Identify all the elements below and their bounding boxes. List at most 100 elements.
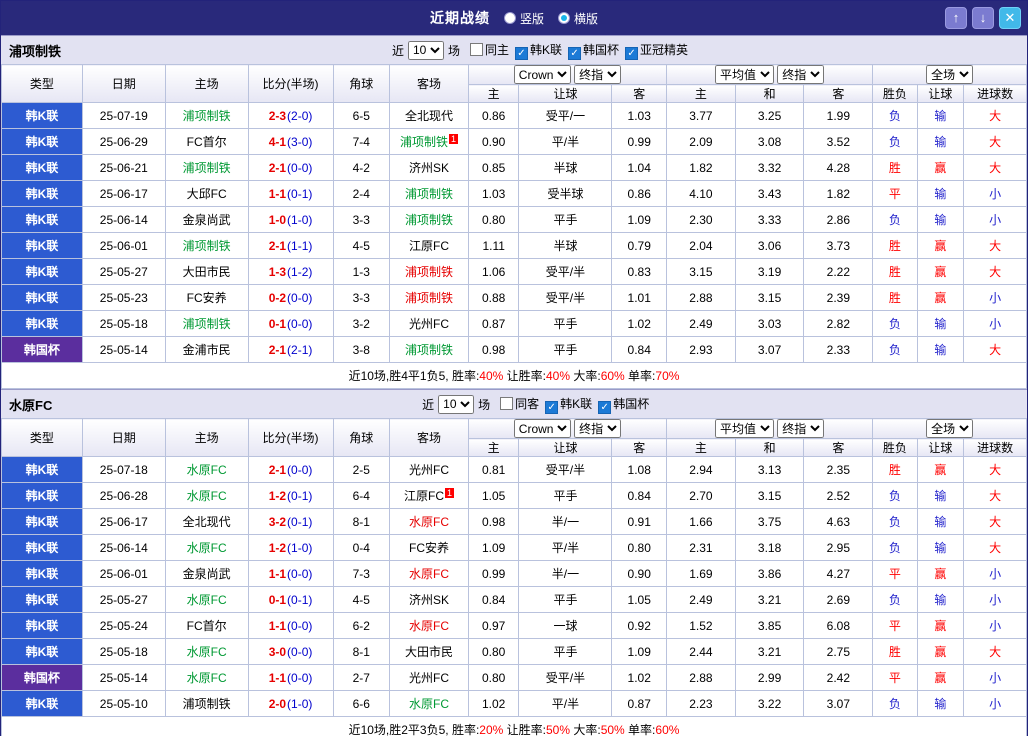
home-team-cell[interactable]: FC首尔: [164, 128, 249, 155]
home-team-cell[interactable]: 大邱FC: [164, 180, 249, 207]
home-team-cell[interactable]: 浦项制铁: [164, 690, 249, 717]
home-team-cell[interactable]: 水原FC: [164, 638, 249, 665]
away-team-cell[interactable]: 浦项制铁 1: [389, 128, 469, 155]
avg-home-cell: 4.10: [666, 180, 736, 207]
handicap-cell: 平手: [518, 336, 613, 363]
away-team-cell[interactable]: 大田市民: [389, 638, 469, 665]
odds-stage-select[interactable]: 终指: [574, 419, 622, 438]
avg-home-cell: 2.93: [666, 336, 736, 363]
filter-checkbox-韩K联[interactable]: ✓ 韩K联: [539, 397, 592, 414]
filter-checkbox-同客[interactable]: 同客: [494, 396, 539, 411]
away-team-cell[interactable]: 济州SK: [389, 586, 469, 613]
date-cell: 25-06-21: [81, 154, 166, 181]
recent-count-select[interactable]: 10: [438, 394, 475, 414]
away-team-cell[interactable]: 济州SK: [389, 154, 469, 181]
home-team-cell[interactable]: 浦项制铁: [164, 102, 249, 129]
col-handicap: 让球: [518, 84, 613, 103]
away-team-cell[interactable]: 浦项制铁: [389, 284, 469, 311]
home-team-cell[interactable]: 水原FC: [164, 534, 249, 561]
home-team-cell[interactable]: 金泉尚武: [164, 206, 249, 233]
away-team-cell[interactable]: 浦项制铁: [389, 180, 469, 207]
home-team-cell[interactable]: FC安养: [164, 284, 249, 311]
away-team-cell[interactable]: 浦项制铁: [389, 206, 469, 233]
scope-select[interactable]: 全场: [926, 65, 974, 84]
halftime-score: (0-0): [287, 644, 313, 659]
home-team-cell[interactable]: 金浦市民: [164, 336, 249, 363]
filter-bar: 近 10 场 同客 ✓ 韩K联 ✓ 韩国杯: [52, 394, 1019, 414]
avg-stage-select[interactable]: 终指: [777, 419, 825, 438]
col-corner: 角球: [332, 64, 391, 103]
away-team-cell[interactable]: 全北现代: [389, 102, 469, 129]
average-select[interactable]: 平均值: [714, 419, 774, 438]
league-cell: 韩K联: [1, 284, 83, 311]
away-team-cell[interactable]: 光州FC: [389, 456, 469, 483]
away-team-cell[interactable]: FC安养: [389, 534, 469, 561]
score-cell[interactable]: 1-2(1-0): [247, 534, 334, 561]
score-cell[interactable]: 2-3(2-0): [247, 102, 334, 129]
score-cell[interactable]: 0-2(0-0): [247, 284, 334, 311]
odds-away-cell: 0.86: [611, 180, 668, 207]
score-cell[interactable]: 0-1(0-0): [247, 310, 334, 337]
goals-result-cell: 大: [963, 154, 1027, 181]
home-team-cell[interactable]: FC首尔: [164, 612, 249, 639]
score-cell[interactable]: 1-1(0-0): [247, 664, 334, 691]
home-team-cell[interactable]: 水原FC: [164, 482, 249, 509]
close-button[interactable]: ✕: [999, 7, 1021, 29]
home-team-cell[interactable]: 浦项制铁: [164, 310, 249, 337]
corner-cell: 7-4: [332, 128, 391, 155]
score-cell[interactable]: 2-1(0-0): [247, 154, 334, 181]
avg-draw-cell: 3.75: [734, 508, 805, 535]
score-cell[interactable]: 1-1(0-0): [247, 612, 334, 639]
home-team-cell[interactable]: 水原FC: [164, 664, 249, 691]
away-team-cell[interactable]: 浦项制铁: [389, 258, 469, 285]
score-cell[interactable]: 2-1(2-1): [247, 336, 334, 363]
away-team-cell[interactable]: 水原FC: [389, 690, 469, 717]
odds-stage-select[interactable]: 终指: [574, 65, 622, 84]
home-team-cell[interactable]: 大田市民: [164, 258, 249, 285]
average-select[interactable]: 平均值: [714, 65, 774, 84]
home-team-cell[interactable]: 水原FC: [164, 586, 249, 613]
filter-checkbox-亚冠精英[interactable]: ✓ 亚冠精英: [619, 43, 688, 60]
home-team-cell[interactable]: 全北现代: [164, 508, 249, 535]
away-team-name: 浦项制铁: [405, 213, 454, 227]
bookmaker-select[interactable]: Crown: [513, 65, 571, 84]
bookmaker-select[interactable]: Crown: [513, 419, 571, 438]
score-cell[interactable]: 0-1(0-1): [247, 586, 334, 613]
away-team-cell[interactable]: 浦项制铁: [389, 336, 469, 363]
corner-cell: 6-4: [332, 482, 391, 509]
away-team-cell[interactable]: 光州FC: [389, 310, 469, 337]
away-team-cell[interactable]: 江原FC 1: [389, 482, 469, 509]
avg-stage-select[interactable]: 终指: [777, 65, 825, 84]
filter-checkbox-韩K联[interactable]: ✓ 韩K联: [509, 43, 562, 60]
filter-checkbox-韩国杯[interactable]: ✓ 韩国杯: [592, 397, 649, 414]
view-mode-radio-vertical[interactable]: 竖版: [503, 10, 544, 27]
score-cell[interactable]: 3-2(0-1): [247, 508, 334, 535]
score-cell[interactable]: 3-0(0-0): [247, 638, 334, 665]
score-cell[interactable]: 1-1(0-1): [247, 180, 334, 207]
away-team-cell[interactable]: 江原FC: [389, 232, 469, 259]
score-cell[interactable]: 2-1(1-1): [247, 232, 334, 259]
score-cell[interactable]: 1-2(0-1): [247, 482, 334, 509]
view-mode-radio-horizontal[interactable]: 横版: [558, 10, 598, 27]
away-team-cell[interactable]: 水原FC: [389, 560, 469, 587]
away-team-cell[interactable]: 水原FC: [389, 508, 469, 535]
score-cell[interactable]: 4-1(3-0): [247, 128, 334, 155]
away-team-name: 水原FC: [409, 567, 449, 581]
move-down-button[interactable]: ↓: [972, 7, 994, 29]
filter-checkbox-韩国杯[interactable]: ✓ 韩国杯: [562, 43, 619, 60]
home-team-cell[interactable]: 金泉尚武: [164, 560, 249, 587]
score-cell[interactable]: 1-3(1-2): [247, 258, 334, 285]
home-team-cell[interactable]: 浦项制铁: [164, 232, 249, 259]
scope-select[interactable]: 全场: [926, 419, 974, 438]
filter-checkbox-同主[interactable]: 同主: [464, 42, 509, 57]
home-team-cell[interactable]: 水原FC: [164, 456, 249, 483]
home-team-cell[interactable]: 浦项制铁: [164, 154, 249, 181]
score-cell[interactable]: 1-0(1-0): [247, 206, 334, 233]
score-cell[interactable]: 2-1(0-0): [247, 456, 334, 483]
away-team-cell[interactable]: 水原FC: [389, 612, 469, 639]
score-cell[interactable]: 2-0(1-0): [247, 690, 334, 717]
move-up-button[interactable]: ↑: [945, 7, 967, 29]
score-cell[interactable]: 1-1(0-0): [247, 560, 334, 587]
recent-count-select[interactable]: 10: [407, 40, 444, 60]
away-team-cell[interactable]: 光州FC: [389, 664, 469, 691]
